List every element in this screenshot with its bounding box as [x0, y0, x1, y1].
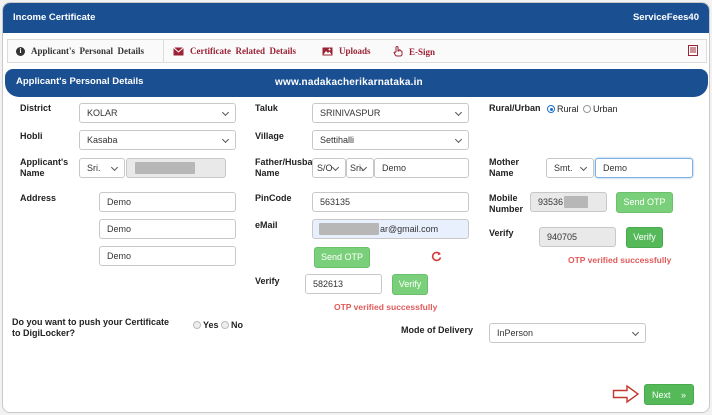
hobli-label: Hobli: [20, 131, 43, 141]
tab-label: Applicant's Personal Details: [31, 46, 145, 56]
double-chevron-icon: »: [681, 390, 687, 400]
tab-uploads[interactable]: Uploads: [322, 46, 371, 56]
section-header: Applicant's Personal Details www.nadakac…: [5, 69, 708, 97]
address-label: Address: [20, 193, 57, 203]
village-select[interactable]: Settihalli: [312, 130, 469, 150]
relation-select[interactable]: S/O: [312, 158, 346, 178]
app-window: Income Certificate ServiceFees40 i Appli…: [2, 2, 710, 413]
top-bar: Income Certificate ServiceFees40: [3, 3, 709, 33]
mobile-label: Mobile Number: [489, 193, 524, 214]
rural-radio[interactable]: [547, 105, 555, 113]
email-verify-label: Verify: [255, 276, 280, 286]
tab-applicant-details[interactable]: i Applicant's Personal Details: [16, 46, 144, 56]
no-radio[interactable]: [221, 321, 229, 329]
father-name-input[interactable]: Demo: [374, 158, 469, 178]
email-verify-button[interactable]: Verify: [392, 274, 428, 295]
redacted-name: [135, 162, 195, 174]
envelope-icon: [173, 46, 184, 56]
rural-urban-label: Rural/Urban: [489, 103, 541, 113]
mobile-send-otp-button[interactable]: Send OTP: [616, 192, 673, 213]
urban-option[interactable]: Urban: [583, 104, 618, 114]
district-label: District: [20, 103, 52, 113]
email-otp-input[interactable]: 582613: [305, 274, 382, 294]
website-text: www.nadakacherikarnataka.in: [275, 77, 423, 88]
urban-radio[interactable]: [583, 105, 591, 113]
mother-name-label: Mother Name: [489, 157, 519, 178]
mother-salutation-select[interactable]: Smt.: [546, 158, 594, 178]
rural-option[interactable]: Rural: [547, 104, 579, 114]
digilocker-yes-option[interactable]: Yes: [193, 320, 219, 330]
applicant-name-input[interactable]: [126, 158, 226, 178]
next-button[interactable]: Next »: [644, 384, 694, 405]
hand-pointer-icon: [393, 46, 403, 57]
applicant-salutation-select[interactable]: Sri.: [79, 158, 125, 178]
delivery-label: Mode of Delivery: [401, 325, 474, 335]
village-label: Village: [255, 131, 284, 141]
mobile-input[interactable]: 93536: [530, 192, 607, 212]
email-otp-success-message: OTP verified successfully: [334, 302, 438, 312]
digilocker-label: Do you want to push your Certificate to …: [12, 317, 170, 338]
mobile-verify-button[interactable]: Verify: [626, 227, 663, 248]
address-line-3[interactable]: Demo: [99, 246, 236, 266]
yes-radio[interactable]: [193, 321, 201, 329]
refresh-icon[interactable]: [431, 251, 442, 264]
address-line-1[interactable]: Demo: [99, 192, 236, 212]
service-fees: ServiceFees40: [632, 12, 699, 23]
digilocker-no-option[interactable]: No: [221, 320, 243, 330]
section-title: Applicant's Personal Details: [16, 76, 144, 87]
address-line-2[interactable]: Demo: [99, 219, 236, 239]
mother-name-input[interactable]: Demo: [595, 158, 693, 178]
delivery-select[interactable]: InPerson: [489, 323, 646, 343]
applicant-name-label: Applicant's Name: [20, 157, 69, 178]
image-icon: [322, 47, 333, 56]
email-send-otp-button[interactable]: Send OTP: [314, 247, 370, 268]
father-salutation-select[interactable]: Sri.: [346, 158, 374, 178]
redacted-email: [319, 223, 379, 235]
mobile-otp-input[interactable]: 940705: [539, 227, 616, 247]
email-label: eMail: [255, 220, 278, 230]
pincode-input[interactable]: 563135: [312, 192, 469, 212]
document-icon[interactable]: [688, 45, 698, 58]
tab-label: Certificate Related Details: [190, 46, 296, 56]
info-icon: i: [16, 46, 25, 56]
page-title: Income Certificate: [13, 12, 96, 23]
tab-bar: i Applicant's Personal Details Certifica…: [7, 39, 707, 63]
tab-divider: [163, 40, 164, 62]
email-input[interactable]: ar@gmail.com: [312, 219, 469, 239]
redacted-mobile: [564, 196, 588, 208]
district-select[interactable]: KOLAR: [79, 103, 236, 123]
father-name-label: Father/Husband Name: [255, 157, 324, 178]
taluk-label: Taluk: [255, 103, 278, 113]
tab-certificate-details[interactable]: Certificate Related Details: [173, 46, 296, 56]
tab-label: Uploads: [339, 46, 371, 56]
right-arrow-icon: [612, 384, 640, 406]
hobli-select[interactable]: Kasaba: [79, 130, 236, 150]
taluk-select[interactable]: SRINIVASPUR: [312, 103, 469, 123]
mobile-otp-success-message: OTP verified successfully: [568, 255, 672, 265]
tab-label: E-Sign: [409, 46, 436, 57]
mobile-verify-label: Verify: [489, 228, 514, 238]
tab-esign[interactable]: E-Sign: [393, 46, 435, 57]
pincode-label: PinCode: [255, 193, 292, 203]
